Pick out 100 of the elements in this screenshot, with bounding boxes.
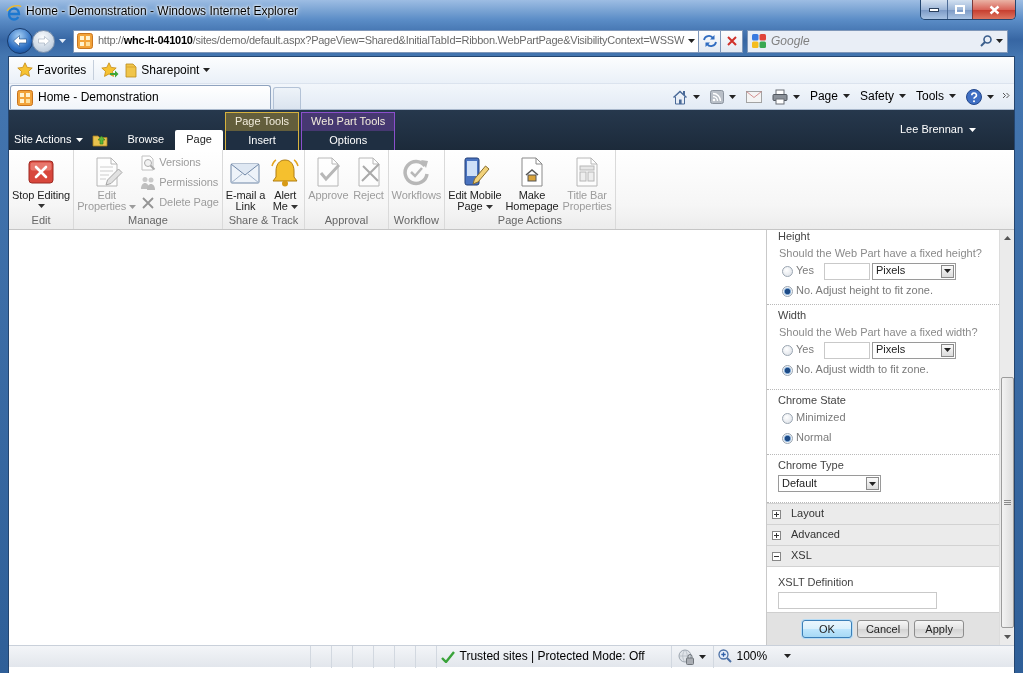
caret-icon (899, 94, 906, 99)
field-heading: Chrome State (778, 394, 847, 407)
ribbon-tab[interactable]: Browse (116, 130, 176, 150)
maximize-button[interactable] (947, 0, 972, 19)
dialog-button[interactable]: Cancel (856, 620, 910, 638)
radio-button[interactable] (782, 432, 793, 444)
back-button[interactable] (7, 28, 33, 54)
x-icon (726, 36, 737, 46)
browser-logo-icon (6, 5, 22, 21)
scroll-down-icon[interactable] (1003, 635, 1011, 639)
caret-icon (203, 68, 211, 72)
zoom-button[interactable]: 100% (713, 649, 796, 664)
radio-button[interactable] (782, 285, 793, 297)
search-box[interactable]: Google (747, 29, 1008, 53)
ribbon-button[interactable]: Make Homepage (503, 153, 561, 211)
caret-icon (949, 94, 956, 99)
favorites-button[interactable]: Favorites (14, 60, 90, 80)
arrow-icon (37, 36, 50, 46)
bell-icon (269, 156, 302, 188)
contextual-group-title: Page Tools (225, 113, 299, 131)
text-input[interactable] (778, 592, 937, 609)
caret-icon (687, 39, 695, 43)
caret-icon (784, 654, 792, 659)
category-header[interactable]: XSL (767, 546, 999, 567)
zoom-icon (717, 649, 732, 664)
group-label: Manage (127, 214, 169, 228)
search-icon[interactable] (980, 35, 992, 47)
ribbon-tab[interactable]: Insert (225, 131, 299, 150)
field-heading: Height (778, 230, 811, 243)
home-icon (671, 88, 688, 105)
site-icon (17, 89, 33, 106)
close-icon (988, 4, 1000, 15)
size-input[interactable] (823, 341, 870, 359)
menu-button[interactable]: Page (805, 87, 854, 106)
search-field[interactable]: Google (771, 32, 976, 50)
help-icon (966, 88, 982, 105)
refresh-button[interactable] (699, 29, 721, 53)
size-input[interactable] (823, 262, 870, 280)
favorites-link[interactable]: Sharepoint (122, 60, 214, 80)
arrow-icon (13, 35, 27, 47)
menu-button[interactable]: Safety (855, 87, 910, 106)
browser-tab[interactable]: Home - Demonstration (10, 85, 271, 109)
radio-label: No. Adjust height to fit zone. (796, 284, 933, 298)
dropdown-field[interactable]: Pixels (871, 262, 956, 280)
caret-icon (842, 94, 850, 99)
dialog-button[interactable]: OK (801, 620, 852, 638)
dropdown-field[interactable]: Default (778, 475, 881, 492)
radio-button[interactable] (782, 364, 793, 376)
people-icon (140, 175, 157, 191)
lock-icon (678, 648, 694, 665)
group-label: Page Actions (496, 214, 564, 228)
forward-button[interactable] (32, 29, 55, 53)
star-icon (17, 62, 33, 78)
menu-button[interactable]: Tools (912, 87, 960, 106)
radio-button[interactable] (782, 412, 793, 424)
field-heading: Width (778, 309, 808, 322)
scrollbar-thumb[interactable] (1000, 377, 1014, 628)
group-label: Approval (323, 214, 370, 228)
maximize-icon (955, 5, 965, 14)
ribbon-tab[interactable]: Page (175, 130, 223, 150)
close-button[interactable] (972, 0, 1015, 19)
dialog-button[interactable]: Apply (914, 620, 965, 638)
ribbon-tab[interactable]: Options (302, 131, 395, 150)
caret-icon (692, 94, 700, 99)
caret-icon (728, 94, 736, 99)
caret-icon (943, 348, 951, 352)
folder-arrow-icon (92, 133, 109, 147)
caret-icon (869, 481, 876, 486)
category-header[interactable]: Layout (767, 504, 999, 525)
radio-button[interactable] (782, 265, 793, 277)
printer-icon (771, 88, 788, 105)
check-icon (440, 650, 455, 663)
ribbon-button[interactable]: Stop Editing (10, 153, 73, 209)
minimize-button[interactable] (921, 0, 947, 19)
ribbon-button[interactable]: Alert Me (267, 153, 304, 211)
field-description: Should the Web Part have a fixed width? (778, 325, 979, 339)
caret-icon (969, 128, 976, 132)
caret-icon (58, 39, 66, 43)
site-actions-menu[interactable]: Site Actions (14, 130, 84, 150)
caret-icon (699, 654, 706, 659)
radio-label: Normal (796, 431, 832, 445)
address-field[interactable]: http://whc-lt-041010/sites/demo/default.aspx?PageView=Shared&InitialTabId=Ribbon.WebPartPage&VisibilityContext=WSSW (73, 29, 699, 53)
site-icon (77, 33, 93, 49)
field-description: Should the Web Part have a fixed height? (778, 246, 983, 260)
stop-button[interactable] (721, 29, 743, 53)
category-header[interactable]: Advanced (767, 525, 999, 546)
envelope-icon (745, 90, 762, 103)
chevron-icon (1002, 92, 1010, 100)
scroll-up-icon[interactable] (1003, 236, 1011, 240)
dropdown-field[interactable]: Pixels (871, 341, 956, 359)
user-menu[interactable]: Lee Brennan (900, 123, 976, 137)
radio-label: Yes (796, 264, 814, 278)
caret-icon (987, 94, 994, 99)
group-label: Share & Track (227, 214, 300, 228)
ribbon-button[interactable]: Edit Mobile Page (446, 153, 504, 211)
ribbon-button[interactable]: E-mail a Link (223, 153, 268, 211)
scrollbar[interactable] (999, 230, 1014, 645)
url-text[interactable]: http://whc-lt-041010/sites/demo/default.aspx?PageView=Shared&InitialTabId=Ribbon.WebPartPage&VisibilityContext=WSSW (97, 34, 685, 48)
radio-button[interactable] (782, 344, 793, 356)
radio-label: Yes (796, 343, 814, 357)
